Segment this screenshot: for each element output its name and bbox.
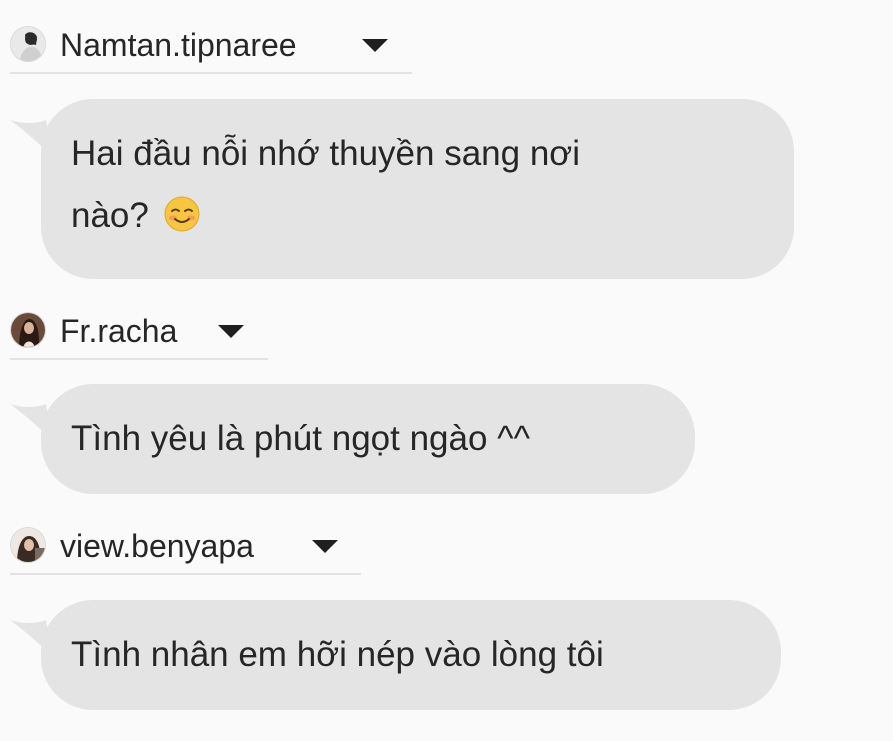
username[interactable]: Fr.racha [60, 312, 177, 350]
chevron-down-icon[interactable] [362, 39, 388, 52]
message-bubble: Hai đầu nỗi nhớ thuyền sang nơi nào? [41, 99, 794, 279]
message-bubble: Tình yêu là phút ngọt ngào ^^ [41, 384, 695, 494]
chevron-down-icon[interactable] [312, 540, 338, 553]
message-text: Tình yêu là phút ngọt ngào ^^ [71, 419, 530, 458]
avatar[interactable] [10, 312, 46, 348]
username[interactable]: view.benyapa [60, 527, 254, 565]
user-row: view.benyapa [10, 527, 361, 575]
user-row: Fr.racha [10, 312, 268, 360]
message-text: nào? [71, 185, 764, 247]
avatar[interactable] [10, 26, 46, 62]
comment-thread: Namtan.tipnaree Hai đầu nỗi nhớ thuyền s… [0, 0, 893, 741]
smiling-face-icon [164, 196, 200, 232]
chevron-down-icon[interactable] [218, 325, 244, 338]
message-bubble: Tình nhân em hỡi nép vào lòng tôi [41, 600, 781, 710]
message-text: Tình nhân em hỡi nép vào lòng tôi [71, 635, 604, 674]
user-row: Namtan.tipnaree [10, 26, 412, 74]
username[interactable]: Namtan.tipnaree [60, 26, 297, 64]
avatar[interactable] [10, 527, 46, 563]
message-text: Hai đầu nỗi nhớ thuyền sang nơi [71, 134, 581, 173]
